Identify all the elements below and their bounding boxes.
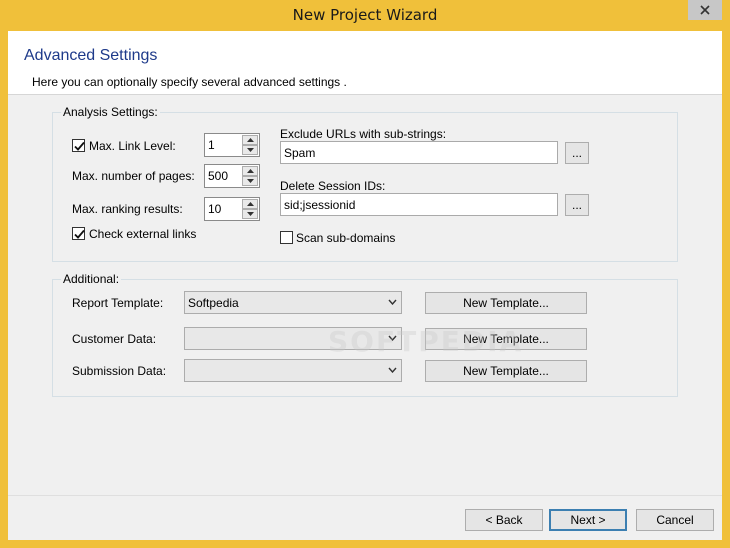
arrow-down-icon: [246, 179, 254, 183]
max-pages-stepper[interactable]: 500: [204, 164, 260, 188]
scan-subdomains-checkbox[interactable]: [280, 231, 293, 244]
check-external-label: Check external links: [89, 227, 197, 241]
decrement-button[interactable]: [242, 176, 258, 186]
chevron-down-icon: [388, 299, 397, 305]
check-external-checkbox[interactable]: [72, 227, 85, 240]
customer-data-label: Customer Data:: [72, 332, 157, 346]
stepper-buttons: [242, 166, 258, 186]
chevron-down-icon: [388, 335, 397, 341]
max-link-level-value: 1: [208, 138, 215, 152]
report-template-select[interactable]: Softpedia: [184, 291, 402, 314]
submission-data-select[interactable]: [184, 359, 402, 382]
close-icon: [700, 5, 710, 15]
report-template-value: Softpedia: [188, 296, 239, 310]
arrow-down-icon: [246, 212, 254, 216]
additional-title: Additional:: [61, 272, 122, 286]
customer-new-template-button[interactable]: New Template...: [425, 328, 587, 350]
session-ids-input[interactable]: sid;jsessionid: [280, 193, 558, 216]
exclude-urls-value: Spam: [284, 146, 316, 160]
increment-button[interactable]: [242, 199, 258, 209]
report-new-template-button[interactable]: New Template...: [425, 292, 587, 314]
next-button[interactable]: Next >: [549, 509, 627, 531]
max-pages-label: Max. number of pages:: [72, 169, 195, 183]
session-ids-browse-button[interactable]: ...: [565, 194, 589, 216]
decrement-button[interactable]: [242, 209, 258, 219]
wizard-header: Advanced Settings Here you can optionall…: [8, 31, 722, 94]
session-ids-label: Delete Session IDs:: [280, 179, 386, 193]
max-ranking-label: Max. ranking results:: [72, 202, 183, 216]
chevron-down-icon: [388, 367, 397, 373]
page-description: Here you can optionally specify several …: [32, 75, 347, 89]
title-bar[interactable]: New Project Wizard: [0, 0, 730, 31]
max-link-level-checkbox[interactable]: [72, 139, 85, 152]
stepper-buttons: [242, 199, 258, 219]
arrow-up-icon: [246, 138, 254, 142]
analysis-settings-title: Analysis Settings:: [61, 105, 160, 119]
max-ranking-stepper[interactable]: 10: [204, 197, 260, 221]
arrow-up-icon: [246, 169, 254, 173]
close-button[interactable]: [688, 0, 722, 20]
window-title: New Project Wizard: [292, 6, 438, 24]
exclude-urls-input[interactable]: Spam: [280, 141, 558, 164]
checkmark-icon: [74, 229, 85, 239]
cancel-button[interactable]: Cancel: [636, 509, 714, 531]
wizard-client-area: Advanced Settings Here you can optionall…: [8, 31, 722, 540]
session-ids-value: sid;jsessionid: [284, 198, 356, 212]
header-divider: [8, 94, 722, 95]
customer-data-select[interactable]: [184, 327, 402, 350]
increment-button[interactable]: [242, 135, 258, 145]
increment-button[interactable]: [242, 166, 258, 176]
max-link-level-stepper[interactable]: 1: [204, 133, 260, 157]
max-ranking-value: 10: [208, 202, 222, 216]
report-template-label: Report Template:: [72, 296, 164, 310]
submission-data-label: Submission Data:: [72, 364, 167, 378]
exclude-urls-browse-button[interactable]: ...: [565, 142, 589, 164]
stepper-buttons: [242, 135, 258, 155]
footer-divider: [8, 495, 722, 496]
arrow-up-icon: [246, 202, 254, 206]
max-pages-value: 500: [208, 169, 229, 183]
scan-subdomains-label: Scan sub-domains: [296, 231, 396, 245]
exclude-urls-label: Exclude URLs with sub-strings:: [280, 127, 447, 141]
page-title: Advanced Settings: [24, 47, 158, 64]
max-link-level-label: Max. Link Level:: [89, 139, 176, 153]
checkmark-icon: [74, 141, 85, 151]
decrement-button[interactable]: [242, 145, 258, 155]
back-button[interactable]: < Back: [465, 509, 543, 531]
arrow-down-icon: [246, 148, 254, 152]
submission-new-template-button[interactable]: New Template...: [425, 360, 587, 382]
wizard-window: New Project Wizard Advanced Settings Her…: [0, 0, 730, 548]
